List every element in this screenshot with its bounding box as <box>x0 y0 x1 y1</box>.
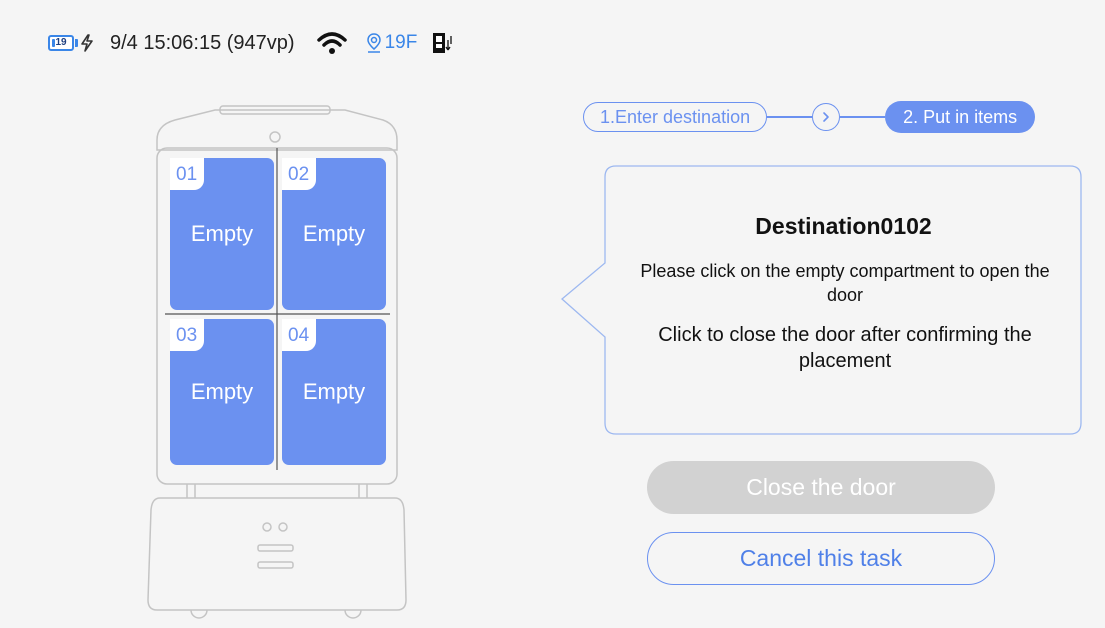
wifi-icon <box>316 32 347 54</box>
instruction-close-door: Click to close the door after confirming… <box>658 324 1032 372</box>
floor-indicator: 19F <box>365 32 418 54</box>
battery-icon: 19 <box>48 35 78 51</box>
charging-bolt-icon <box>81 34 93 52</box>
compartment-status: Empty <box>302 379 366 404</box>
compartment-number: 04 <box>282 319 316 351</box>
step-enter-destination: 1.Enter destination <box>583 102 768 132</box>
datetime: 9/4 15:06:15 (947vp) <box>110 31 295 54</box>
instruction-bubble: Destination0102 Please click on the empt… <box>560 165 1082 437</box>
chevron-right-icon <box>812 103 841 131</box>
battery-level: 19 <box>55 37 67 48</box>
location-pin-icon <box>366 33 381 53</box>
compartment-02[interactable]: 02 Empty <box>282 158 386 310</box>
cancel-task-button[interactable]: Cancel this task <box>647 532 995 585</box>
robot-illustration: 01 Empty 02 Empty 03 Empty 04 Empty <box>145 100 410 620</box>
floor-label: 19F <box>384 32 418 53</box>
step-connector <box>767 116 813 118</box>
compartment-status: Empty <box>190 379 254 404</box>
elevator-icon <box>433 33 452 53</box>
instruction-open-door: Please click on the empty compartment to… <box>640 261 1050 305</box>
compartment-03[interactable]: 03 Empty <box>170 319 274 465</box>
compartment-status: Empty <box>190 221 254 246</box>
compartment-number: 01 <box>170 158 204 190</box>
compartment-04[interactable]: 04 Empty <box>282 319 386 465</box>
compartment-01[interactable]: 01 Empty <box>170 158 274 310</box>
compartment-number: 03 <box>170 319 204 351</box>
compartment-status: Empty <box>302 221 366 246</box>
step-indicator: 1.Enter destination 2. Put in items <box>583 100 1036 134</box>
step-put-in-items: 2. Put in items <box>885 101 1036 133</box>
step-connector <box>840 116 886 118</box>
destination-title: Destination0102 <box>755 213 932 239</box>
compartment-number: 02 <box>282 158 316 190</box>
close-door-button[interactable]: Close the door <box>647 461 995 514</box>
status-bar: 19 9/4 15:06:15 (947vp) 19F <box>48 28 453 58</box>
